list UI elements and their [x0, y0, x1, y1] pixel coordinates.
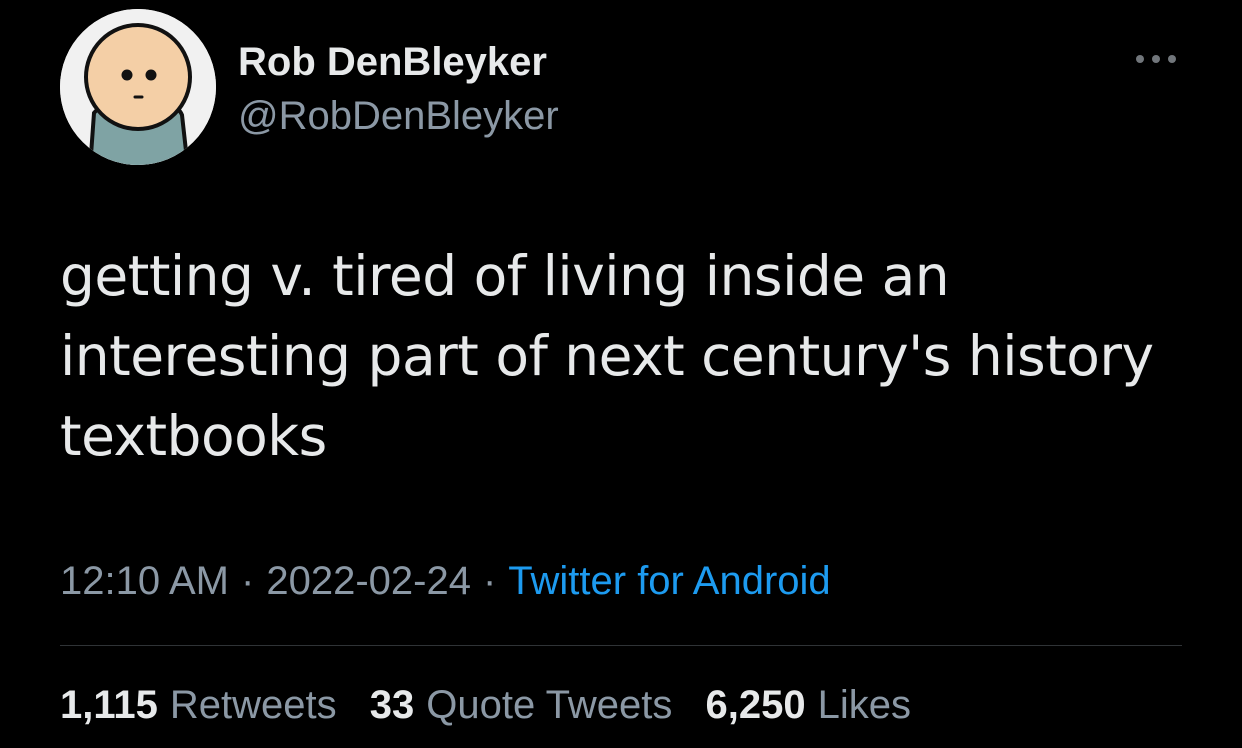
likes-count: 6,250 — [705, 683, 806, 727]
quote-tweets-label: Quote Tweets — [426, 683, 673, 727]
retweets-stat[interactable]: 1,115 Retweets — [60, 683, 337, 727]
cartoon-face-avatar-icon — [60, 9, 216, 165]
tweet-text-line: interesting part of next century's histo… — [60, 324, 1154, 388]
retweets-count: 1,115 — [60, 683, 158, 727]
author-name[interactable]: Rob DenBleyker — [238, 38, 547, 86]
quote-tweets-count: 33 — [369, 683, 415, 727]
author-handle[interactable]: @RobDenBleyker — [238, 92, 559, 140]
retweets-label: Retweets — [169, 683, 337, 727]
tweet-text-line: textbooks — [60, 404, 327, 468]
meta-separator: · — [241, 559, 255, 603]
tweet-time[interactable]: 12:10 AM — [60, 559, 229, 603]
tweet-detail: Rob DenBleyker @RobDenBleyker getting v.… — [0, 0, 1242, 748]
tweet-source-link[interactable]: Twitter for Android — [508, 559, 830, 603]
divider — [60, 645, 1182, 646]
more-horizontal-icon — [1136, 55, 1176, 63]
tweet-text-line: getting v. tired of living inside an — [60, 244, 950, 308]
tweet-date[interactable]: 2022-02-24 — [266, 559, 471, 603]
quote-tweets-stat[interactable]: 33 Quote Tweets — [370, 683, 673, 727]
tweet-meta: 12:10 AM · 2022-02-24 · Twitter for Android — [60, 556, 831, 606]
likes-stat[interactable]: 6,250 Likes — [705, 683, 911, 727]
avatar[interactable] — [60, 9, 216, 165]
likes-label: Likes — [817, 683, 911, 727]
tweet-stats: 1,115 Retweets 33 Quote Tweets 6,250 Likes — [60, 680, 933, 730]
more-options-button[interactable] — [1128, 44, 1184, 74]
meta-separator: · — [482, 559, 497, 603]
tweet-text: getting v. tired of living inside an int… — [60, 236, 1210, 476]
